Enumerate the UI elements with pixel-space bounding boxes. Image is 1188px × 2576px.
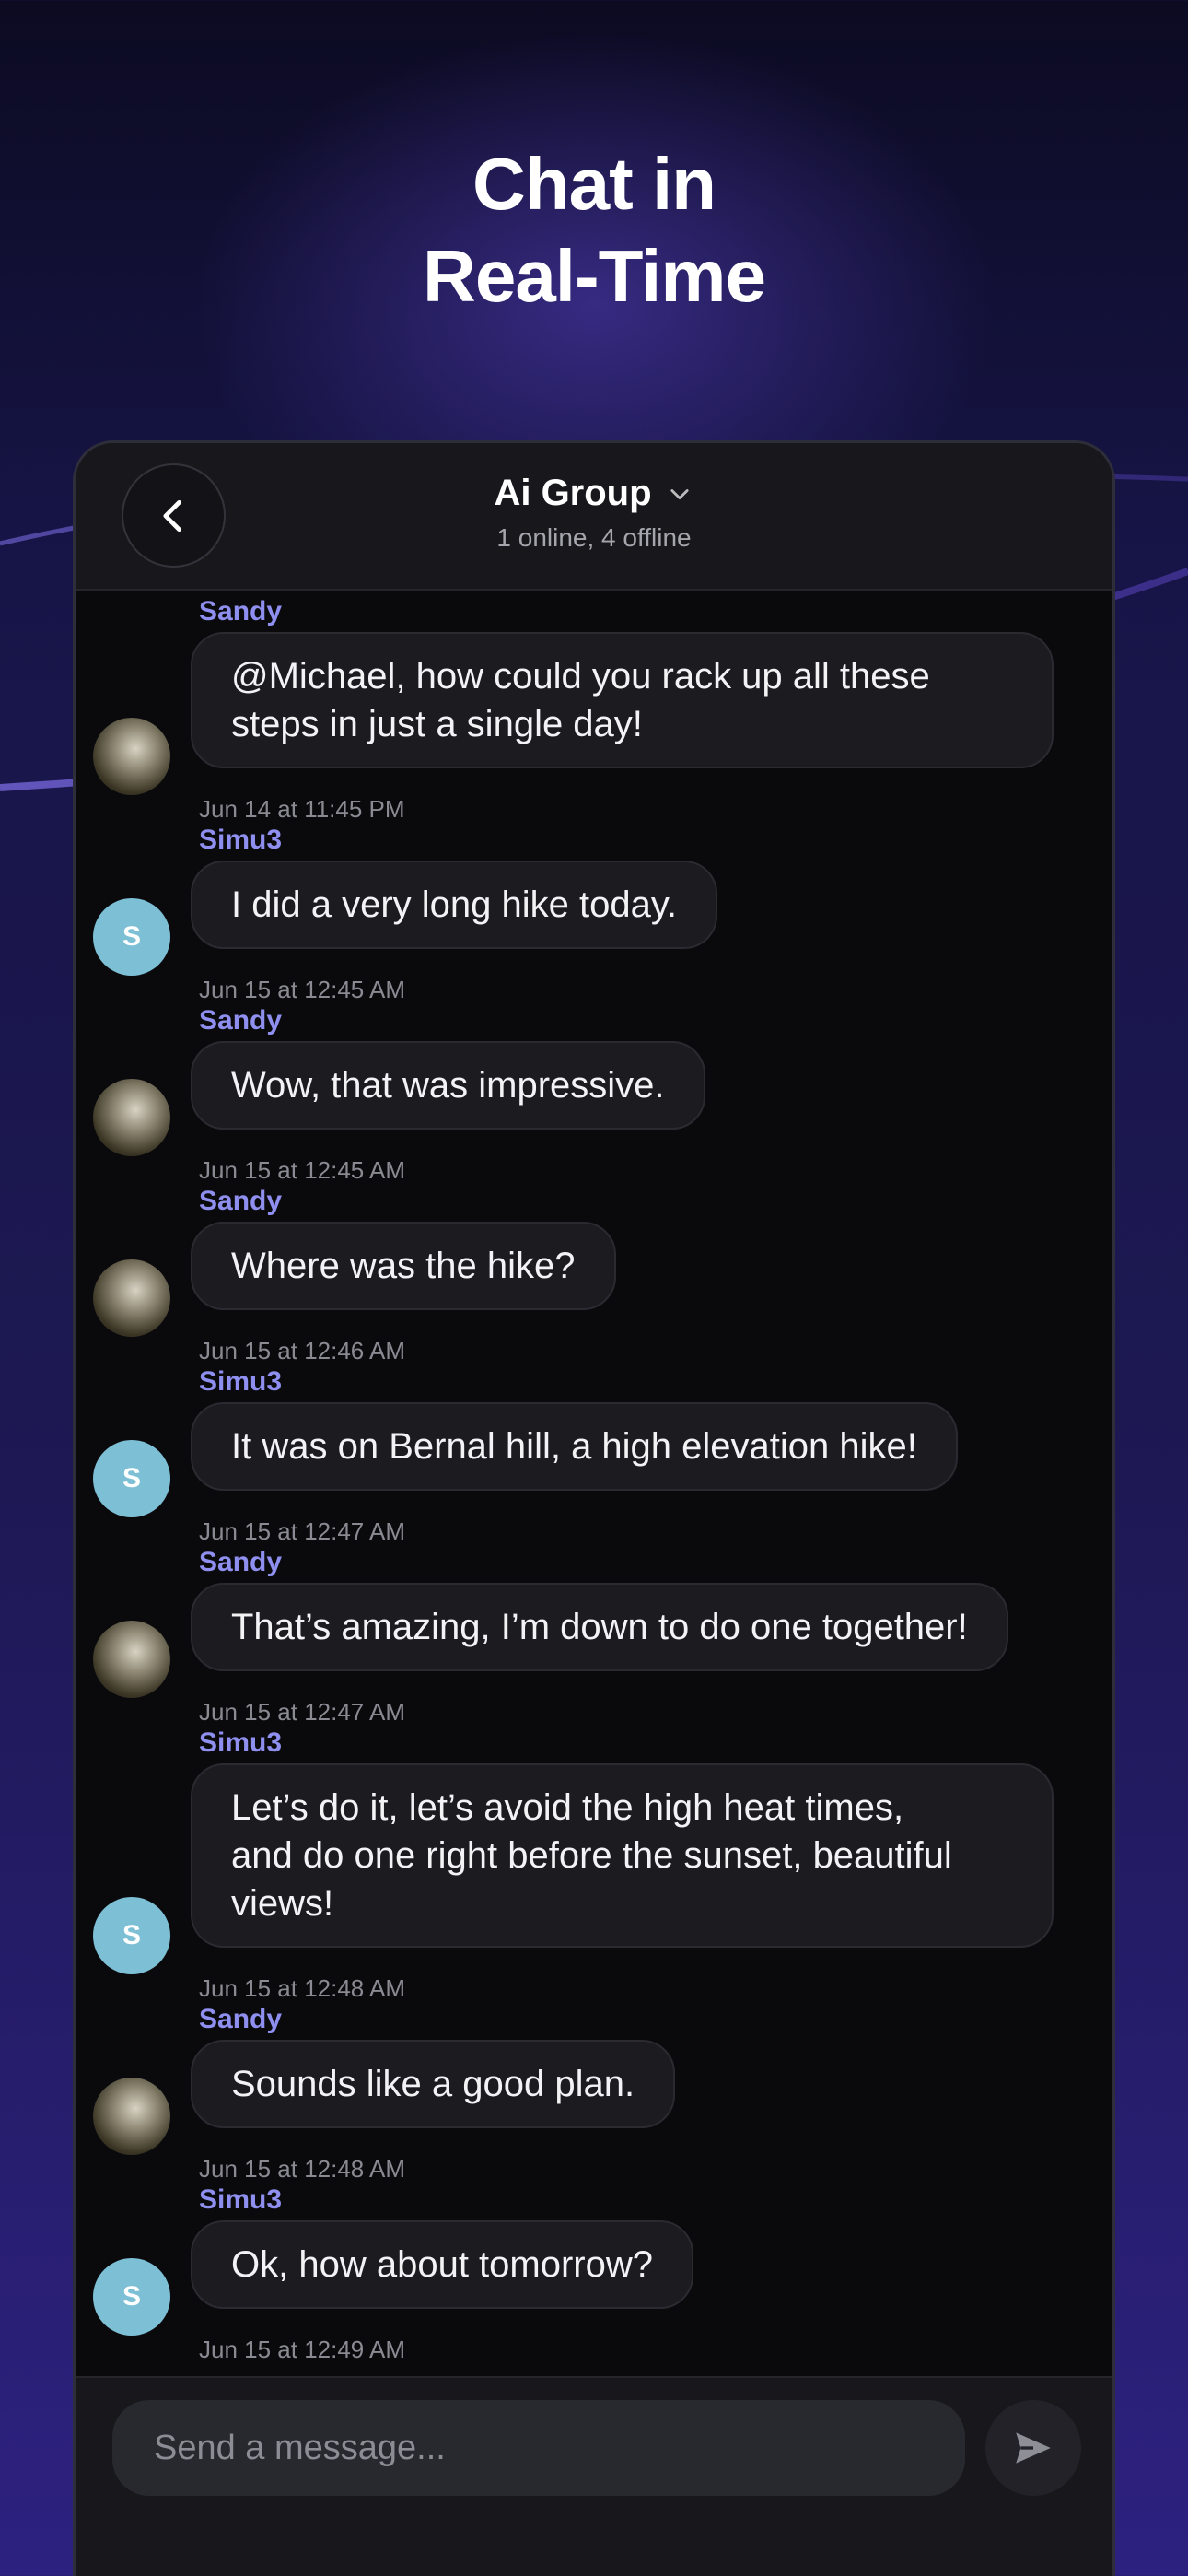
sender-name: Sandy: [199, 1005, 283, 1036]
headline-line-1: Chat in: [472, 143, 716, 225]
sender-name: Sandy: [199, 1186, 283, 1216]
send-button[interactable]: [985, 2400, 1081, 2496]
message-bubble[interactable]: I did a very long hike today.: [191, 861, 717, 949]
avatar[interactable]: [93, 1259, 170, 1337]
message-line: It was on Bernal hill, a high elevation …: [231, 1426, 917, 1467]
timestamp: Jun 15 at 12:46 AM: [199, 1337, 406, 1364]
avatar[interactable]: S: [93, 2258, 170, 2336]
message-line: Let’s do it, let’s avoid the high heat t…: [231, 1787, 904, 1828]
message-bubble[interactable]: Ok, how about tomorrow?: [191, 2220, 693, 2309]
sender-name: Simu3: [199, 1727, 283, 1758]
message-bubble[interactable]: It was on Bernal hill, a high elevation …: [191, 1402, 958, 1491]
message-line: I did a very long hike today.: [231, 884, 677, 925]
timestamp: Jun 15 at 12:47 AM: [199, 1517, 406, 1545]
message-line: steps in just a single day!: [231, 704, 643, 744]
avatar[interactable]: [93, 1079, 170, 1156]
message-bubble[interactable]: Where was the hike?: [191, 1222, 616, 1310]
avatar[interactable]: S: [93, 1897, 170, 1974]
chat-window: Ai Group 1 online, 4 offline Sandy @Mich…: [73, 440, 1115, 2576]
timestamp: Jun 15 at 12:45 AM: [199, 1156, 406, 1184]
online-status: 1 online, 4 offline: [496, 523, 692, 552]
avatar[interactable]: S: [93, 898, 170, 976]
chat-header: Ai Group 1 online, 4 offline: [76, 443, 1112, 591]
message-bubble[interactable]: Let’s do it, let’s avoid the high heat t…: [191, 1763, 1054, 1948]
sender-name: Sandy: [199, 596, 283, 626]
timestamp: Jun 15 at 12:49 AM: [199, 2336, 406, 2363]
avatar[interactable]: [93, 2078, 170, 2155]
send-icon: [1016, 2432, 1051, 2464]
message-bubble[interactable]: Wow, that was impressive.: [191, 1041, 705, 1130]
message-line: Where was the hike?: [231, 1246, 576, 1286]
sender-name: Simu3: [199, 2184, 283, 2215]
sender-name: Sandy: [199, 1547, 283, 1577]
message-line: @Michael, how could you rack up all thes…: [231, 656, 930, 697]
sender-name: Simu3: [199, 825, 283, 855]
message-line: Sounds like a good plan.: [231, 2064, 635, 2104]
message-bubble[interactable]: @Michael, how could you rack up all thes…: [191, 632, 1054, 768]
timestamp: Jun 15 at 12:48 AM: [199, 2155, 406, 2183]
message-composer: Send a message...: [76, 2376, 1112, 2576]
message-input[interactable]: Send a message...: [112, 2400, 965, 2496]
avatar[interactable]: [93, 718, 170, 795]
timestamp: Jun 15 at 12:47 AM: [199, 1698, 406, 1726]
timestamp: Jun 15 at 12:45 AM: [199, 976, 406, 1003]
message-line: That’s amazing, I’m down to do one toget…: [231, 1607, 968, 1647]
sender-name: Sandy: [199, 2004, 283, 2034]
timestamp: Jun 14 at 11:45 PM: [199, 795, 405, 823]
message-bubble[interactable]: Sounds like a good plan.: [191, 2040, 676, 2128]
avatar[interactable]: S: [93, 1440, 170, 1517]
chat-title: Ai Group: [494, 473, 652, 513]
message-line: Ok, how about tomorrow?: [231, 2244, 653, 2285]
message-line: and do one right before the sunset, beau…: [231, 1835, 952, 1876]
headline-line-2: Real-Time: [423, 235, 766, 317]
message-line: Wow, that was impressive.: [231, 1065, 665, 1106]
headline: Chat in Real-Time: [0, 138, 1188, 322]
message-line: views!: [231, 1883, 334, 1924]
chat-title-area[interactable]: Ai Group 1 online, 4 offline: [76, 473, 1112, 553]
message-bubble[interactable]: That’s amazing, I’m down to do one toget…: [191, 1583, 1008, 1671]
message-input-placeholder: Send a message...: [154, 2428, 446, 2467]
chevron-down-icon: [665, 479, 694, 509]
avatar[interactable]: [93, 1621, 170, 1698]
timestamp: Jun 15 at 12:48 AM: [199, 1974, 406, 2002]
sender-name: Simu3: [199, 1366, 283, 1397]
